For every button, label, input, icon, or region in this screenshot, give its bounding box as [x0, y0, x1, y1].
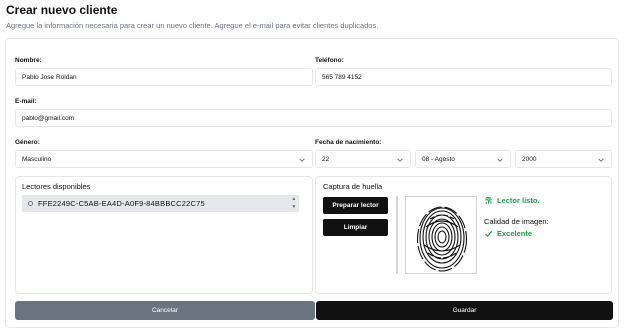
telefono-label: Teléfono:: [315, 57, 344, 64]
quality-value-text: Excelente: [497, 229, 533, 238]
reader-status-text: Lector listo.: [497, 196, 540, 205]
chevron-down-icon: [397, 158, 403, 162]
anio-value: 2000: [522, 155, 537, 163]
nombre-label: Nombre:: [15, 57, 42, 64]
telefono-input[interactable]: 565 789 4152: [315, 68, 612, 86]
email-input[interactable]: pablo@gmail.com: [15, 109, 612, 127]
genero-label: Género:: [15, 139, 40, 146]
prepare-reader-button[interactable]: Preparar lector: [323, 197, 388, 214]
check-icon: [484, 230, 493, 238]
genero-value: Masculino: [22, 155, 52, 163]
fingerprint-preview: [405, 196, 477, 274]
fingerprint-status-icon: [485, 196, 492, 204]
telefono-value: 565 789 4152: [322, 73, 362, 81]
page-title: Crear nuevo cliente: [6, 3, 118, 17]
mes-select[interactable]: 08 - Agosto: [415, 150, 511, 168]
list-scroller[interactable]: ▲ ▼: [289, 195, 299, 212]
nombre-input[interactable]: Pablo Jose Roldan: [15, 68, 313, 86]
save-button[interactable]: Guardar: [316, 301, 613, 320]
cancel-button[interactable]: Cancelar: [15, 301, 315, 320]
fingerprint-icon: [416, 206, 468, 272]
dia-value: 22: [322, 155, 330, 163]
divider: [396, 196, 398, 274]
reader-status: Lector listo.: [484, 196, 540, 205]
genero-select[interactable]: Masculino: [15, 150, 313, 168]
chevron-up-icon[interactable]: ▲: [291, 197, 297, 202]
nombre-value: Pablo Jose Roldan: [22, 73, 77, 81]
clear-button[interactable]: Limpiar: [323, 219, 388, 236]
chevron-down-icon: [497, 158, 503, 162]
email-label: E-mail:: [15, 98, 37, 105]
chevron-down-icon: [299, 158, 305, 162]
chevron-down-icon[interactable]: ▼: [291, 205, 297, 210]
page-subtitle: Agregue la información necesaria para cr…: [6, 21, 379, 30]
mes-value: 08 - Agosto: [422, 155, 455, 163]
email-value: pablo@gmail.com: [22, 114, 75, 122]
captura-title: Captura de huella: [323, 182, 383, 191]
dia-select[interactable]: 22: [315, 150, 411, 168]
reader-status-dot: [28, 201, 33, 206]
quality-value: Excelente: [484, 229, 532, 238]
reader-id: FFE2249C-C5AB-EA4D-A0F9-84BBBCC22C75: [38, 199, 205, 208]
chevron-down-icon: [598, 158, 604, 162]
lectores-title: Lectores disponibles: [22, 182, 91, 191]
captura-panel: Captura de huella Preparar lector Limpia…: [315, 176, 612, 294]
anio-select[interactable]: 2000: [515, 150, 612, 168]
reader-list-item[interactable]: FFE2249C-C5AB-EA4D-A0F9-84BBBCC22C75 ▲ ▼: [22, 195, 299, 212]
quality-label: Calidad de imagen:: [484, 217, 549, 226]
client-form: Nombre: Pablo Jose Roldan Teléfono: 565 …: [5, 38, 619, 328]
lectores-panel: Lectores disponibles FFE2249C-C5AB-EA4D-…: [15, 176, 313, 294]
fecha-label: Fecha de nacimiento:: [315, 139, 382, 146]
